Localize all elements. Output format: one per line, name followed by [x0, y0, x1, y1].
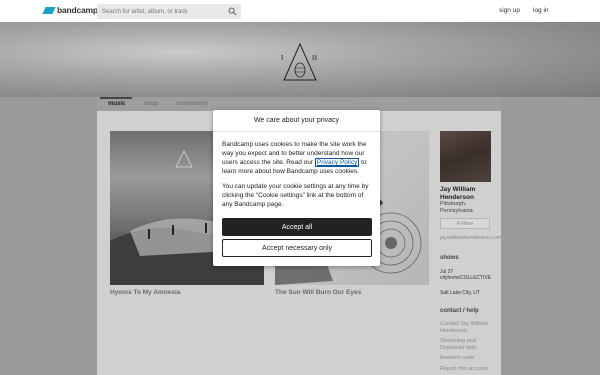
follow-button[interactable]: Follow	[440, 218, 490, 229]
login-link[interactable]: log in	[533, 7, 549, 14]
dialog-title: We care about your privacy	[253, 117, 340, 124]
accept-necessary-button[interactable]: Accept necessary only	[222, 239, 372, 257]
top-bar: bandcamp Search for artist, album, or tr…	[0, 0, 600, 22]
tab-music[interactable]: music	[108, 101, 125, 107]
cookie-paragraph-1: Bandcamp uses cookies to make the site w…	[222, 140, 372, 176]
signup-link[interactable]: sign up	[499, 7, 520, 14]
report-account-link[interactable]: Report this account	[440, 366, 500, 373]
show-venue[interactable]: cityhomeCOLLECTIVE	[440, 275, 500, 281]
contact-artist-link[interactable]: Contact Jay William Henderson	[440, 321, 500, 334]
artist-website-link[interactable]: jaywilliamhenderson.com	[440, 235, 501, 242]
bandcamp-logo[interactable]: bandcamp	[42, 5, 98, 15]
artist-banner: I H	[0, 22, 600, 97]
tab-bar: music shop community	[97, 97, 501, 111]
artist-photo[interactable]	[440, 131, 491, 182]
contact-heading: contact / help	[440, 308, 479, 314]
redeem-code-link[interactable]: Redeem code	[440, 355, 500, 362]
svg-text:H: H	[312, 54, 317, 62]
album-title[interactable]: The Sun Will Burn Our Eyes	[275, 289, 361, 296]
bandcamp-logo-icon	[42, 6, 56, 14]
cookie-consent-dialog: We care about your privacy Bandcamp uses…	[213, 110, 380, 266]
search-placeholder: Search for artist, album, or track	[102, 8, 188, 15]
privacy-policy-link[interactable]: Privacy Policy	[314, 158, 360, 167]
dialog-header: We care about your privacy	[213, 110, 380, 132]
cookie-paragraph-2: You can update your cookie settings at a…	[222, 183, 369, 208]
tab-community[interactable]: community	[176, 101, 208, 107]
search-input[interactable]: Search for artist, album, or track	[97, 4, 241, 19]
search-icon[interactable]	[228, 7, 237, 16]
pinecone-emblem-icon: I H	[281, 42, 317, 81]
download-help-link[interactable]: Streaming and Download help	[440, 338, 500, 351]
active-tab-indicator	[100, 97, 132, 99]
artist-name: Jay William Henderson	[440, 186, 476, 201]
svg-text:I: I	[281, 54, 284, 62]
show-city: Salt Lake City, UT	[440, 290, 480, 296]
tab-shop[interactable]: shop	[144, 101, 158, 107]
artist-location: Pittsburgh, Pennsylvania	[440, 201, 473, 214]
accept-all-button[interactable]: Accept all	[222, 218, 372, 236]
logo-text: bandcamp	[57, 5, 98, 15]
album-title[interactable]: Hymns To My Amnesia	[110, 289, 180, 296]
dialog-body: Bandcamp uses cookies to make the site w…	[222, 140, 372, 215]
shows-heading: shows	[440, 255, 459, 261]
